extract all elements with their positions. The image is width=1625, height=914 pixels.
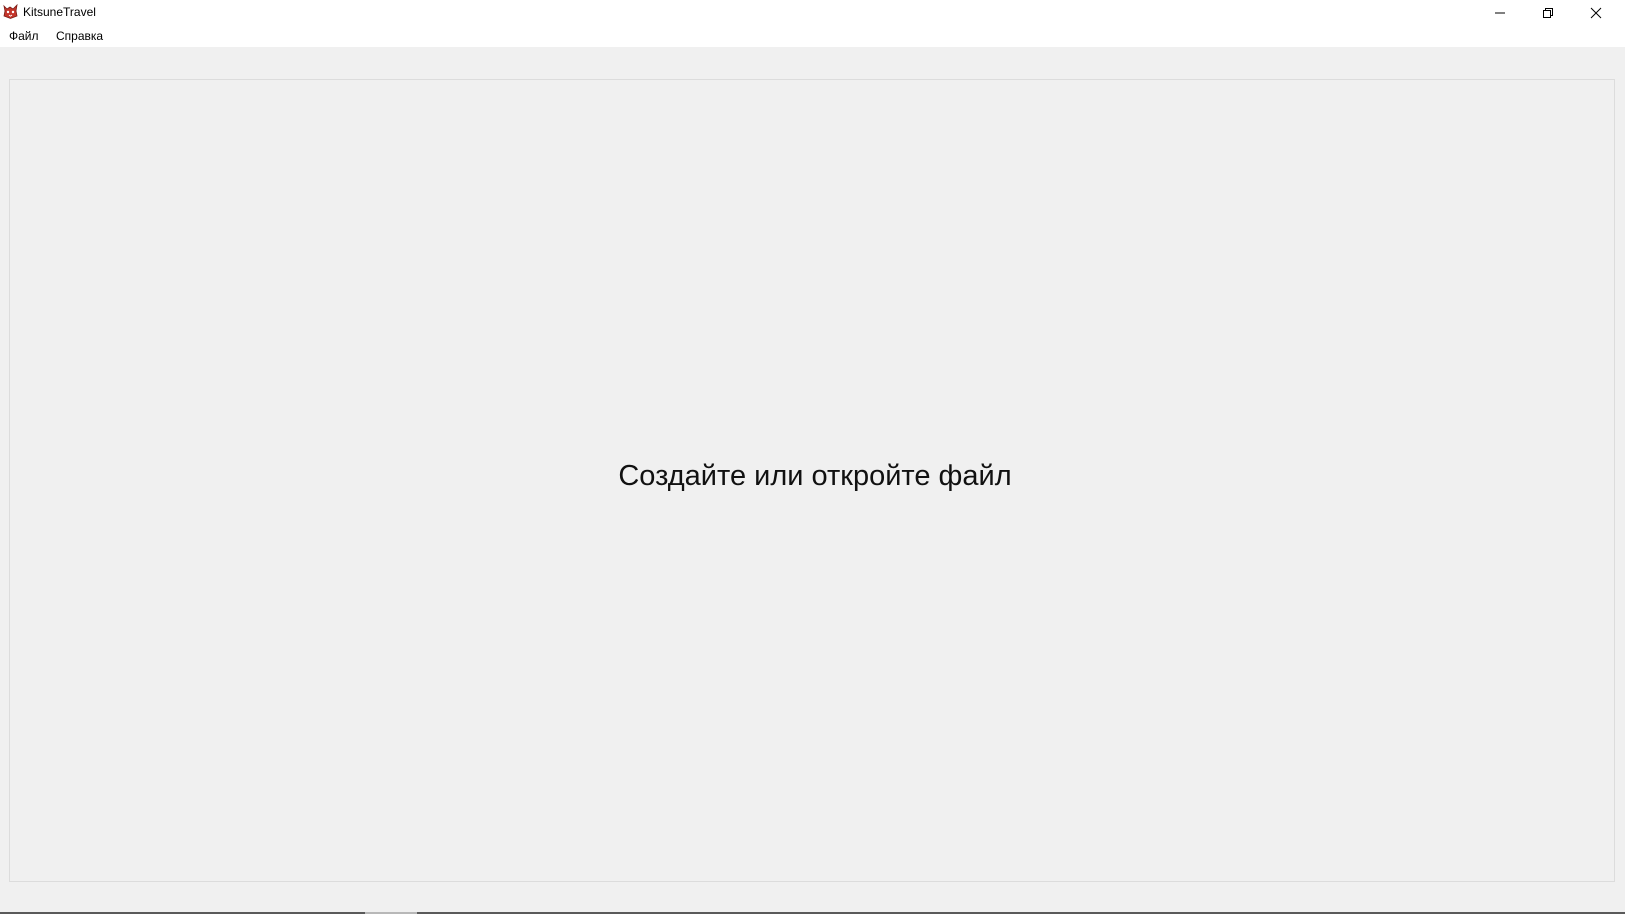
content-panel: Создайте или откройте файл	[9, 79, 1615, 882]
app-window: KitsuneTravel Файл Справка Создайте или …	[0, 0, 1625, 914]
minimize-icon	[1494, 7, 1506, 19]
menu-help[interactable]: Справка	[54, 28, 105, 44]
menu-file[interactable]: Файл	[7, 28, 41, 44]
close-button[interactable]	[1573, 0, 1619, 25]
close-icon	[1590, 7, 1602, 19]
window-title: KitsuneTravel	[23, 5, 96, 19]
empty-state-message: Создайте или откройте файл	[618, 460, 1012, 492]
menu-bar: Файл Справка	[0, 25, 1625, 47]
title-bar[interactable]: KitsuneTravel	[0, 0, 1625, 25]
maximize-button[interactable]	[1525, 0, 1571, 25]
restore-icon	[1542, 7, 1554, 19]
app-icon	[3, 3, 18, 19]
minimize-button[interactable]	[1477, 0, 1523, 25]
